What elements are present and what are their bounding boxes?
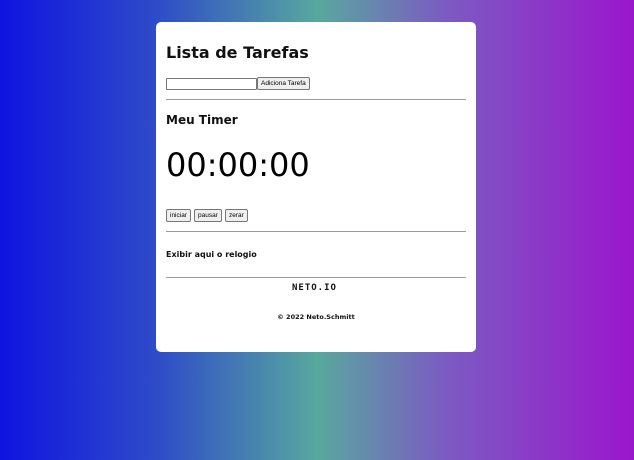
start-button[interactable]: iniciar xyxy=(166,209,191,222)
brand-logo: NETO.IO xyxy=(292,283,337,293)
clock-label: Exibir aqui o relogio xyxy=(166,250,257,259)
divider xyxy=(166,99,466,100)
page-title: Lista de Tarefas xyxy=(166,43,309,62)
timer-display: 00:00:00 xyxy=(166,146,310,184)
timer-title: Meu Timer xyxy=(166,113,238,127)
add-task-button[interactable]: Adiciona Tarefa xyxy=(257,77,310,90)
task-input[interactable] xyxy=(166,78,257,90)
pause-button[interactable]: pausar xyxy=(194,209,222,222)
reset-button[interactable]: zerar xyxy=(225,209,248,222)
divider xyxy=(166,277,466,278)
footer-copyright: © 2022 Neto.Schmitt xyxy=(277,313,355,321)
divider xyxy=(166,231,466,232)
app-card: Lista de Tarefas Adiciona Tarefa Meu Tim… xyxy=(156,22,476,352)
